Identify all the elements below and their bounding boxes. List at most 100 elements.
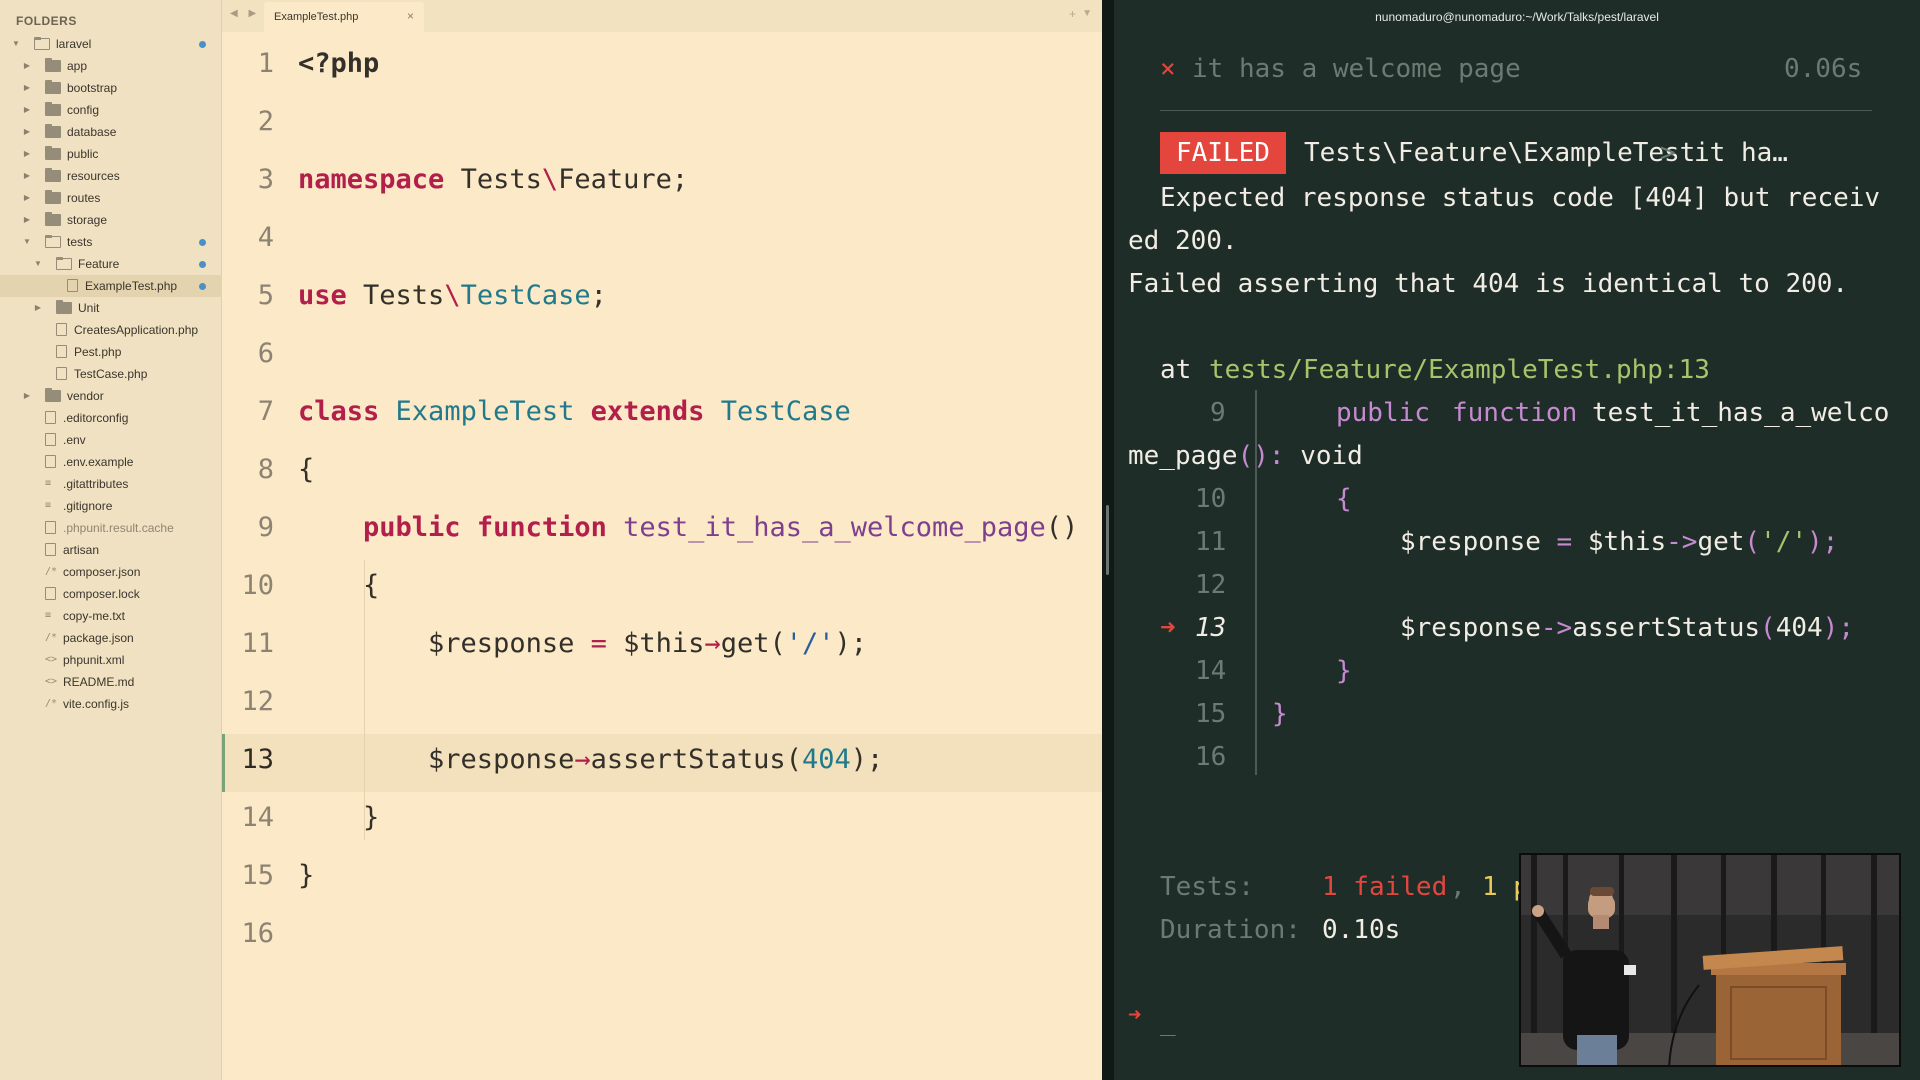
tree-folder[interactable]: ▶ bootstrap (0, 77, 222, 99)
disclosure-closed-icon[interactable]: ▶ (22, 55, 32, 77)
tree-item-label: vite.config.js (63, 697, 130, 711)
terminal-title: nunomaduro@nunomaduro:~/Work/Talks/pest/… (1375, 10, 1659, 24)
code-text: use Tests\TestCase; (298, 280, 607, 311)
tree-file[interactable]: ≡ .gitignore (0, 495, 222, 517)
tree-file[interactable]: .env (0, 429, 222, 451)
prompt-cursor[interactable]: _ (1160, 1005, 1176, 1039)
code-line: 8{ (222, 444, 1102, 502)
tree-folder[interactable]: ▼ laravel (0, 33, 222, 55)
tree-item-label: composer.json (63, 565, 141, 579)
tree-file[interactable]: <> README.md (0, 671, 222, 693)
tree-file[interactable]: /* vite.config.js (0, 693, 222, 715)
code-line: 9 public function test_it_has_a_welcome_… (222, 502, 1102, 560)
disclosure-closed-icon[interactable]: ▶ (22, 99, 32, 121)
line-number: 13 (241, 744, 274, 775)
error-message-line-3: Failed asserting that 404 is identical t… (1128, 269, 1849, 299)
code-text: } (298, 802, 380, 833)
code-line: 6 (222, 328, 1102, 386)
tree-file[interactable]: CreatesApplication.php (0, 319, 222, 341)
tests-label: Tests: (1160, 872, 1254, 902)
tree-folder[interactable]: ▶ storage (0, 209, 222, 231)
tab-nav-arrows-icon[interactable]: ◀ ▶ (230, 8, 260, 19)
tree-file[interactable]: /* package.json (0, 627, 222, 649)
tree-folder[interactable]: ▶ Unit (0, 297, 222, 319)
tree-file[interactable]: Pest.php (0, 341, 222, 363)
file-icon (56, 345, 67, 358)
code-text: public function test_it_has_a_welcome_pa… (363, 512, 1079, 543)
code-area[interactable]: 1 <?php 2 3 namespace Tests\Feature; 4 5 us… (222, 38, 1102, 966)
disclosure-closed-icon[interactable]: ▶ (22, 187, 32, 209)
line-number: 9 (257, 512, 274, 543)
tree-file[interactable]: /* composer.json (0, 561, 222, 583)
splitter-grip[interactable] (1106, 505, 1109, 575)
snippet-line-number: 16 (1195, 742, 1227, 772)
tree-item-label: app (67, 59, 88, 73)
file-icon (45, 587, 56, 600)
tab-label: ExampleTest.php (274, 11, 359, 23)
tree-item-label: public (67, 147, 99, 161)
folder-icon (45, 388, 61, 402)
tree-folder[interactable]: ▶ public (0, 143, 222, 165)
script-file-icon: /* (45, 566, 58, 577)
tree-folder[interactable]: ▶ app (0, 55, 222, 77)
code-line-active: 13 $response→assertStatus(404); (222, 734, 1102, 792)
tree-file[interactable]: <> phpunit.xml (0, 649, 222, 671)
tree-item-label: .env (63, 433, 86, 447)
tab-close-icon[interactable]: × (407, 9, 414, 23)
line-number: 2 (257, 106, 274, 137)
disclosure-closed-icon[interactable]: ▶ (22, 77, 32, 99)
code-line: 1 <?php (222, 38, 1102, 96)
tree-folder[interactable]: ▶ config (0, 99, 222, 121)
file-icon (45, 543, 56, 556)
failed-badge: FAILED (1160, 132, 1286, 174)
code-line: 5 use Tests\TestCase; (222, 270, 1102, 328)
folder-icon (45, 80, 61, 94)
snippet-code: } (1272, 699, 1288, 729)
tree-item-label: storage (67, 213, 108, 227)
disclosure-closed-icon[interactable]: ▶ (22, 165, 32, 187)
text-file-icon: ≡ (45, 500, 52, 511)
tab-exampletest[interactable]: ExampleTest.php × (264, 2, 424, 32)
code-line: 16 (222, 908, 1102, 966)
tree-file[interactable]: TestCase.php (0, 363, 222, 385)
tree-item-label: routes (67, 191, 101, 205)
tree-folder[interactable]: ▶ resources (0, 165, 222, 187)
tree-folder[interactable]: ▼ tests (0, 231, 222, 253)
tree-file[interactable]: .phpunit.result.cache (0, 517, 222, 539)
tree-file[interactable]: .env.example (0, 451, 222, 473)
disclosure-closed-icon[interactable]: ▶ (22, 121, 32, 143)
line-number: 7 (257, 396, 274, 427)
tree-file[interactable]: artisan (0, 539, 222, 561)
line-number: 1 (257, 48, 274, 79)
test-time: 0.06s (1784, 54, 1863, 84)
tree-item-label: ExampleTest.php (85, 279, 178, 293)
snippet-line-number: 12 (1195, 570, 1227, 600)
code-text: $response = $this→get('/'); (298, 628, 868, 659)
tab-dropdown-icon[interactable]: ▼ (1082, 8, 1092, 19)
disclosure-open-icon[interactable]: ▼ (11, 33, 21, 55)
disclosure-open-icon[interactable]: ▼ (22, 231, 32, 253)
snippet-code: function (1452, 398, 1578, 428)
folder-icon (45, 58, 61, 72)
disclosure-closed-icon[interactable]: ▶ (22, 143, 32, 165)
new-tab-icon[interactable]: + (1069, 7, 1076, 21)
tree-file[interactable]: composer.lock (0, 583, 222, 605)
disclosure-closed-icon[interactable]: ▶ (33, 297, 43, 319)
snippet-code: public (1336, 398, 1430, 428)
tree-file[interactable]: .editorconfig (0, 407, 222, 429)
sidebar: FOLDERS ▼ laravel ▶ app ▶ bootstrap ▶ config ▶ da… (0, 0, 222, 1080)
disclosure-open-icon[interactable]: ▼ (33, 253, 43, 275)
tree-file[interactable]: ExampleTest.php (0, 275, 222, 297)
pane-splitter[interactable] (1102, 0, 1114, 1080)
disclosure-closed-icon[interactable]: ▶ (22, 385, 32, 407)
tree-file[interactable]: ≡ copy-me.txt (0, 605, 222, 627)
tree-item-label: database (67, 125, 117, 139)
tree-file[interactable]: ≡ .gitattributes (0, 473, 222, 495)
tree-folder[interactable]: ▶ database (0, 121, 222, 143)
indent-guide (364, 560, 365, 840)
code-text: <?php (298, 48, 380, 79)
tree-folder[interactable]: ▶ routes (0, 187, 222, 209)
tree-folder[interactable]: ▶ vendor (0, 385, 222, 407)
tree-folder[interactable]: ▼ Feature (0, 253, 222, 275)
disclosure-closed-icon[interactable]: ▶ (22, 209, 32, 231)
